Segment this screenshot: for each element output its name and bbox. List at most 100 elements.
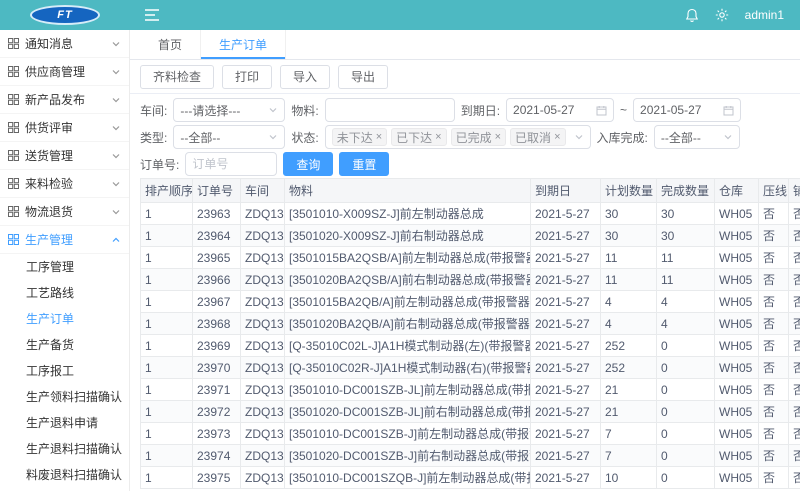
table-row[interactable]: 123968ZDQ13[3501020BA2QB/A]前右制动器总成(带报警器)… xyxy=(141,313,800,335)
status-tag: 已完成× xyxy=(451,128,506,146)
type-select[interactable]: --全部-- xyxy=(173,125,285,149)
status-tag-label: 已取消 xyxy=(515,129,551,146)
table-cell: 否 xyxy=(759,313,789,335)
company-logo: FT xyxy=(30,5,100,25)
import-button[interactable]: 导入 xyxy=(280,65,330,89)
sidebar-subitem[interactable]: 工艺路线 xyxy=(0,280,129,306)
table-cell: ZDQ13 xyxy=(241,247,285,269)
status-multiselect[interactable]: 未下达×已下达×已完成×已取消× xyxy=(325,125,591,149)
table-cell: 2021-5-27 xyxy=(531,357,601,379)
topbar-right: admin1 xyxy=(685,8,800,23)
due-end-date[interactable]: 2021-05-27 xyxy=(633,98,741,122)
search-button[interactable]: 查询 xyxy=(283,152,333,176)
table-cell: 否 xyxy=(789,203,800,225)
table-cell: 23970 xyxy=(193,357,241,379)
table-cell: WH05 xyxy=(715,203,759,225)
sidebar-subitem[interactable]: 工序管理 xyxy=(0,254,129,280)
table-cell: 0 xyxy=(657,423,715,445)
table-cell: 否 xyxy=(789,357,800,379)
table-row[interactable]: 123967ZDQ13[3501015BA2QB/A]前左制动器总成(带报警器)… xyxy=(141,291,800,313)
table-cell: WH05 xyxy=(715,291,759,313)
username[interactable]: admin1 xyxy=(745,8,784,22)
table-cell: 否 xyxy=(789,225,800,247)
sidebar-item[interactable]: 供应商管理 xyxy=(0,58,129,86)
sidebar-subitem[interactable]: 生产备货 xyxy=(0,332,129,358)
tab-home[interactable]: 首页 xyxy=(140,30,201,59)
sidebar-item-label: 供应商管理 xyxy=(25,63,111,80)
sidebar-subitem[interactable]: 料废退料扫描确认 xyxy=(0,462,129,488)
sidebar-subitem[interactable]: 生产订单 xyxy=(0,306,129,332)
table-row[interactable]: 123975ZDQ13[3501010-DC001SZQB-J]前左制动器总成(… xyxy=(141,467,800,489)
status-label: 状态: xyxy=(291,129,318,146)
inbound-select[interactable]: --全部-- xyxy=(654,125,740,149)
table-cell: 0 xyxy=(657,357,715,379)
column-header: 计划数量 xyxy=(601,179,657,203)
table-cell: 21 xyxy=(601,401,657,423)
grid-icon xyxy=(8,178,19,189)
grid-icon xyxy=(8,206,19,217)
tag-close-icon[interactable]: × xyxy=(376,132,382,143)
sidebar-subitem[interactable]: 工序报工 xyxy=(0,358,129,384)
settings-gear-icon[interactable] xyxy=(715,8,729,22)
reset-button[interactable]: 重置 xyxy=(339,152,389,176)
table-row[interactable]: 123966ZDQ13[3501020BA2QSB/A]前右制动器总成(带报警器… xyxy=(141,269,800,291)
table-cell: 2021-5-27 xyxy=(531,313,601,335)
sidebar-subitem[interactable]: 生产退料申请 xyxy=(0,410,129,436)
table-row[interactable]: 123970ZDQ13[Q-35010C02R-J]A1H模式制动器(右)(带报… xyxy=(141,357,800,379)
export-button[interactable]: 导出 xyxy=(338,65,388,89)
chevron-down-icon xyxy=(111,39,121,49)
table-cell: ZDQ13 xyxy=(241,379,285,401)
sidebar-item[interactable]: 送货管理 xyxy=(0,142,129,170)
table-cell: 1 xyxy=(141,379,193,401)
order-no-input[interactable] xyxy=(192,157,270,171)
table-row[interactable]: 123972ZDQ13[3501020-DC001SZB-JL]前右制动器总成(… xyxy=(141,401,800,423)
sidebar-item[interactable]: 供货评审 xyxy=(0,114,129,142)
material-input[interactable] xyxy=(332,103,448,117)
tag-close-icon[interactable]: × xyxy=(435,132,441,143)
tab-production-orders[interactable]: 生产订单 xyxy=(201,30,286,59)
grid-icon xyxy=(8,150,19,161)
table-cell: 23963 xyxy=(193,203,241,225)
due-start-value: 2021-05-27 xyxy=(513,103,574,117)
table-cell: WH05 xyxy=(715,467,759,489)
notification-bell-icon[interactable] xyxy=(685,8,699,23)
table-cell: 21 xyxy=(601,379,657,401)
workshop-label: 车间: xyxy=(140,102,167,119)
inbound-select-value: --全部-- xyxy=(661,129,701,146)
table-row[interactable]: 123965ZDQ13[3501015BA2QSB/A]前左制动器总成(带报警器… xyxy=(141,247,800,269)
table-container: 排产顺序订单号车间物料到期日计划数量完成数量仓库压线铺线 123963ZDQ13… xyxy=(130,178,800,491)
grid-icon xyxy=(8,122,19,133)
table-row[interactable]: 123974ZDQ13[3501020-DC001SZB-J]前右制动器总成(带… xyxy=(141,445,800,467)
table-row[interactable]: 123964ZDQ13[3501020-X009SZ-J]前右制动器总成2021… xyxy=(141,225,800,247)
tag-close-icon[interactable]: × xyxy=(495,132,501,143)
calendar-icon xyxy=(596,105,607,116)
orders-table: 排产顺序订单号车间物料到期日计划数量完成数量仓库压线铺线 123963ZDQ13… xyxy=(140,178,800,489)
sidebar-item[interactable]: 来料检验 xyxy=(0,170,129,198)
menu-collapse-icon[interactable] xyxy=(144,8,160,22)
table-cell: 否 xyxy=(789,291,800,313)
sidebar-item[interactable]: 物流退货 xyxy=(0,198,129,226)
table-row[interactable]: 123963ZDQ13[3501010-X009SZ-J]前左制动器总成2021… xyxy=(141,203,800,225)
material-ready-check-button[interactable]: 齐料检查 xyxy=(140,65,214,89)
due-start-date[interactable]: 2021-05-27 xyxy=(506,98,614,122)
table-cell: 否 xyxy=(759,269,789,291)
sidebar-item[interactable]: 通知消息 xyxy=(0,30,129,58)
sidebar-item[interactable]: 新产品发布 xyxy=(0,86,129,114)
table-cell: ZDQ13 xyxy=(241,423,285,445)
table-cell: 2021-5-27 xyxy=(531,291,601,313)
sidebar-subitem[interactable]: 生产领料扫描确认 xyxy=(0,384,129,410)
table-row[interactable]: 123973ZDQ13[3501010-DC001SZB-J]前左制动器总成(带… xyxy=(141,423,800,445)
table-cell: 否 xyxy=(789,269,800,291)
workshop-select[interactable]: ---请选择--- xyxy=(173,98,285,122)
chevron-down-icon xyxy=(723,132,733,142)
table-cell: 2021-5-27 xyxy=(531,423,601,445)
sidebar-item[interactable]: 生产管理 xyxy=(0,226,129,254)
toolbar: 齐料检查打印导入导出 xyxy=(130,60,800,94)
app-body: 通知消息供应商管理新产品发布供货评审送货管理来料检验物流退货生产管理工序管理工艺… xyxy=(0,30,800,491)
tag-close-icon[interactable]: × xyxy=(554,132,560,143)
table-row[interactable]: 123969ZDQ13[Q-35010C02L-J]A1H模式制动器(左)(带报… xyxy=(141,335,800,357)
table-row[interactable]: 123971ZDQ13[3501010-DC001SZB-JL]前左制动器总成(… xyxy=(141,379,800,401)
print-button[interactable]: 打印 xyxy=(222,65,272,89)
table-cell: 23971 xyxy=(193,379,241,401)
sidebar-subitem[interactable]: 生产退料扫描确认 xyxy=(0,436,129,462)
